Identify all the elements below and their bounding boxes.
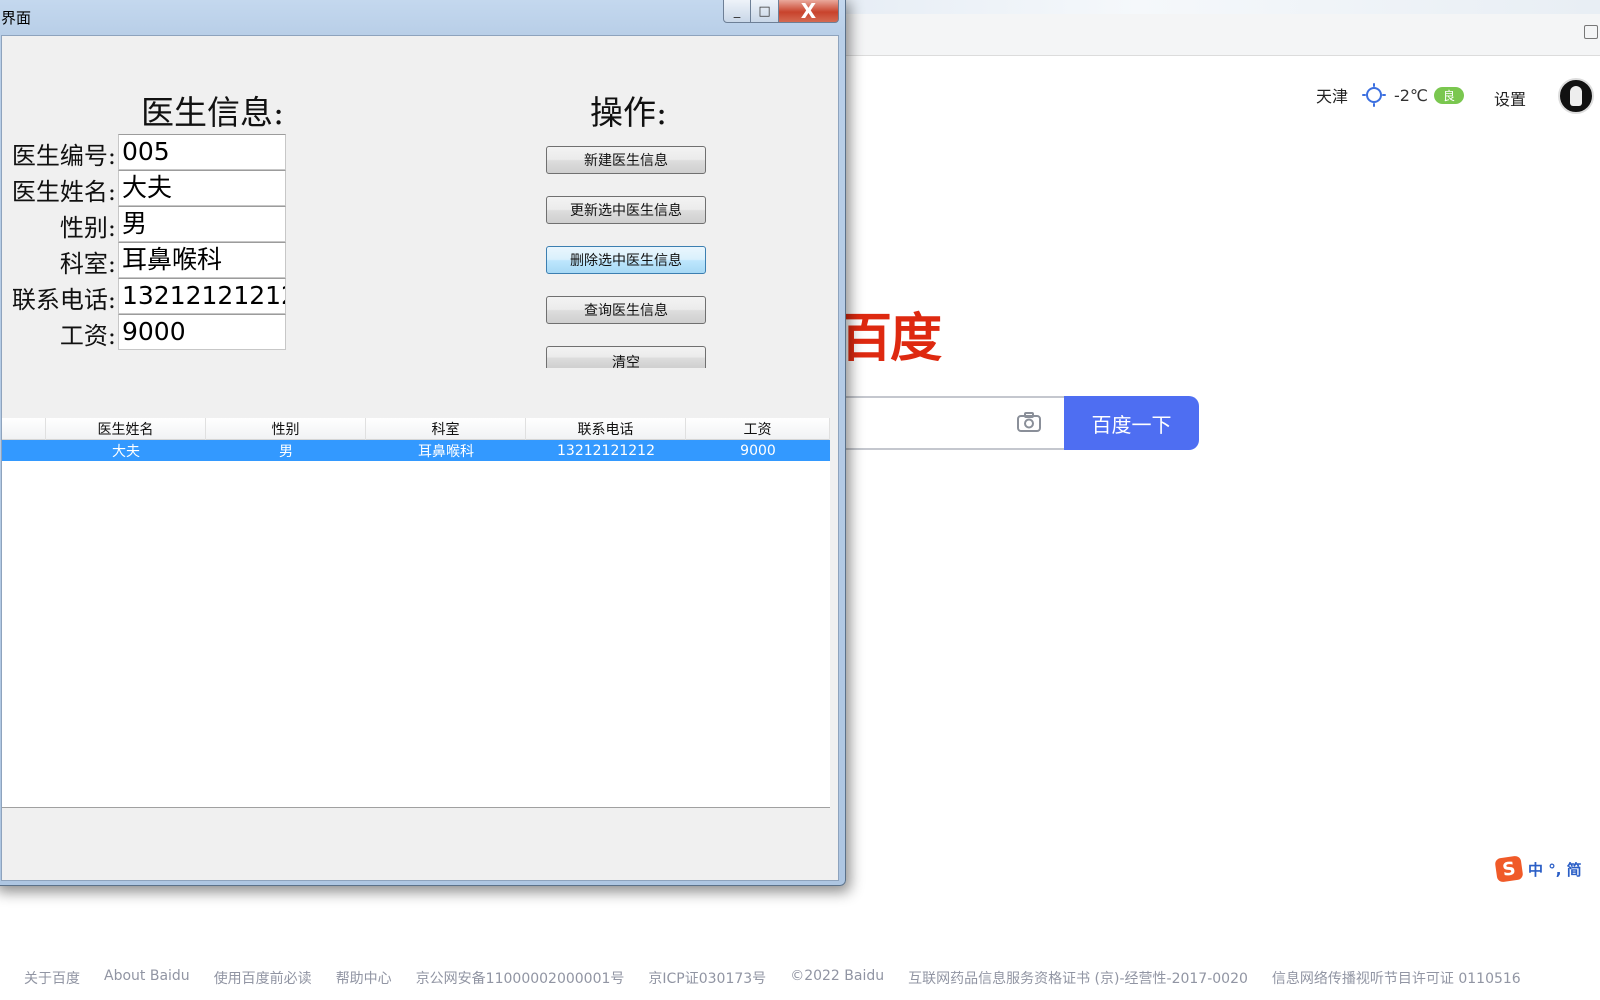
operations-title: 操作:	[590, 93, 668, 132]
footer-link[interactable]: 京公网安备11000002000001号	[416, 968, 625, 988]
weather-temperature: -2℃	[1394, 86, 1428, 105]
doctor-name-field[interactable]: 大夫	[118, 170, 286, 206]
doctor-info-title: 医生信息:	[141, 93, 285, 132]
delete-doctor-button[interactable]: 删除选中医生信息	[546, 246, 706, 274]
phone-field[interactable]: 13212121212	[118, 278, 286, 314]
browser-title-strip	[830, 0, 1600, 14]
salary-row: 工资: 9000	[2, 314, 302, 350]
maximize-button[interactable]: □	[751, 0, 779, 23]
footer-link[interactable]: 帮助中心	[336, 968, 392, 988]
gender-field[interactable]: 男	[118, 206, 286, 242]
camera-icon[interactable]	[1016, 411, 1042, 433]
sun-icon	[1362, 83, 1386, 107]
cell-id	[2, 440, 46, 461]
query-doctor-button[interactable]: 查询医生信息	[546, 296, 706, 324]
new-doctor-button[interactable]: 新建医生信息	[546, 146, 706, 174]
footer-link[interactable]: 京ICP证030173号	[648, 968, 766, 988]
weather-city[interactable]: 天津	[1316, 78, 1348, 112]
cell-salary: 9000	[740, 442, 776, 459]
column-header-phone[interactable]: 联系电话	[526, 418, 686, 440]
doctor-id-label: 医生编号:	[11, 142, 116, 170]
minimize-button[interactable]: _	[723, 0, 751, 23]
cell-phone: 13212121212	[557, 442, 655, 459]
doctor-table[interactable]: 医生姓名 性别 科室 联系电话 工资 大夫 男 耳鼻喉科 13212121212…	[2, 418, 830, 808]
maximize-icon: □	[758, 3, 771, 19]
column-header-id[interactable]	[2, 418, 46, 440]
table-row[interactable]: 大夫 男 耳鼻喉科 13212121212 9000	[2, 440, 830, 461]
phone-row: 联系电话: 13212121212	[2, 278, 302, 314]
gender-label: 性别:	[59, 214, 116, 242]
department-field[interactable]: 耳鼻喉科	[118, 242, 286, 278]
footer-links: 关于百度 About Baidu 使用百度前必读 帮助中心 京公网安备11000…	[24, 968, 1521, 988]
minimize-icon: _	[733, 3, 741, 19]
column-header-salary[interactable]: 工资	[686, 418, 830, 440]
window-client-area: 医生信息: 操作: 医生编号: 005 医生姓名: 大夫 性别: 男 科室: 耳…	[1, 35, 839, 881]
table-header: 医生姓名 性别 科室 联系电话 工资	[2, 418, 830, 440]
sogou-icon: S	[1494, 855, 1524, 883]
footer-link[interactable]: 使用百度前必读	[214, 968, 312, 988]
column-header-gender[interactable]: 性别	[206, 418, 366, 440]
footer-link[interactable]: About Baidu	[104, 968, 190, 988]
clear-button[interactable]: 清空	[546, 346, 706, 371]
user-avatar[interactable]	[1558, 78, 1594, 114]
air-quality-badge: 良	[1434, 87, 1464, 104]
extension-icon[interactable]	[1584, 25, 1598, 39]
cell-name: 大夫	[112, 443, 140, 460]
doctor-id-row: 医生编号: 005	[2, 134, 302, 170]
gender-row: 性别: 男	[2, 206, 302, 242]
cell-department: 耳鼻喉科	[418, 443, 474, 460]
footer-link[interactable]: ©2022 Baidu	[790, 968, 884, 988]
salary-label: 工资:	[59, 322, 116, 350]
footer-link[interactable]: 信息网络传播视听节目许可证 0110516	[1272, 968, 1521, 988]
window-title: 界面	[1, 9, 32, 27]
baidu-logo: 百度	[840, 308, 942, 369]
footer-link[interactable]: 互联网药品信息服务资格证书 (京)-经营性-2017-0020	[908, 968, 1248, 988]
doctor-name-label: 医生姓名:	[11, 178, 116, 206]
search-button[interactable]: 百度一下	[1064, 396, 1199, 450]
department-label: 科室:	[59, 250, 116, 278]
doctor-name-row: 医生姓名: 大夫	[2, 170, 302, 206]
cell-gender: 男	[279, 443, 293, 460]
update-doctor-button[interactable]: 更新选中医生信息	[546, 196, 706, 224]
doctor-management-window: 界面 _ □ X 医生信息: 操作: 医生编号: 005 医生姓名: 大夫 性别…	[0, 0, 846, 886]
footer-link[interactable]: 关于百度	[24, 968, 80, 988]
window-controls: _ □ X	[723, 0, 839, 23]
doctor-id-field[interactable]: 005	[118, 134, 286, 170]
close-icon: X	[800, 0, 817, 23]
browser-toolbar	[830, 14, 1600, 56]
close-button[interactable]: X	[779, 0, 839, 23]
salary-field[interactable]: 9000	[118, 314, 286, 350]
settings-link[interactable]: 设置	[1494, 86, 1526, 110]
ime-status: 中 °, 简	[1528, 860, 1582, 879]
ime-toolbar[interactable]: S 中 °, 简	[1494, 855, 1596, 883]
column-header-name[interactable]: 医生姓名	[46, 418, 206, 440]
department-row: 科室: 耳鼻喉科	[2, 242, 302, 278]
column-header-department[interactable]: 科室	[366, 418, 526, 440]
phone-label: 联系电话:	[11, 286, 116, 314]
